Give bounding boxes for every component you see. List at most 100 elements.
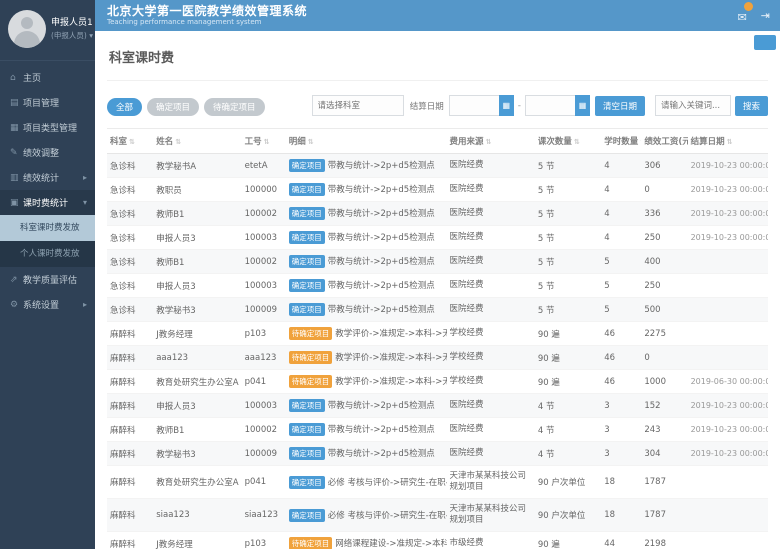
table-row: 急诊科申报人员3100003确定项目带教与统计->2p+d5检测点医院经费5 节…	[107, 274, 768, 298]
column-header[interactable]: 结算日期⇅	[688, 129, 768, 154]
cell-id: 100002	[242, 418, 286, 442]
detail-text: 带教与统计->2p+d5检测点	[328, 209, 435, 219]
column-header[interactable]: 费用来源⇅	[447, 129, 535, 154]
sidebar-subitem-0[interactable]: 科室课时费发放	[0, 215, 95, 241]
cell-pay: 1000	[641, 370, 687, 394]
status-badge: 确定项目	[289, 207, 325, 220]
column-header[interactable]: 课次数量⇅	[535, 129, 601, 154]
calendar-icon[interactable]: ▦	[575, 95, 590, 116]
cell-date: 2019-10-23 00:00:00	[688, 442, 768, 466]
sidebar-item-label: 绩效调整	[23, 146, 87, 159]
cell-date	[688, 532, 768, 549]
cell-name: 教师B1	[153, 202, 241, 226]
table-row: 急诊科教学秘书3100009确定项目带教与统计->2p+d5检测点医院经费5 节…	[107, 298, 768, 322]
cell-hours: 18	[601, 499, 641, 532]
column-header[interactable]: 工号⇅	[242, 129, 286, 154]
cell-name: 教学秘书A	[153, 154, 241, 178]
cell-name: 申报人员3	[153, 394, 241, 418]
column-header[interactable]: 明细⇅	[286, 129, 447, 154]
content-area: 科室课时费 全部确定项目待确定项目 结算日期 ▦ - ▦ 清空日期	[95, 31, 780, 549]
table-row: 麻醉科教育处研究生办公室Ap041待确定项目教学评价->准规定->本科->无接收…	[107, 370, 768, 394]
cell-source: 医院经费	[447, 154, 535, 178]
filter-button-0[interactable]: 全部	[107, 98, 142, 116]
cell-id: siaa123	[242, 499, 286, 532]
table-row: 麻醉科J教务经理p103待确定项目网络课程建设->准规定->本科->学员市级经费…	[107, 532, 768, 549]
sidebar-subitem-1[interactable]: 个人课时费发放	[0, 241, 95, 267]
status-badge: 待确定项目	[289, 327, 333, 340]
cell-pay: 250	[641, 226, 687, 250]
sidebar-item-home[interactable]: ⌂主页	[0, 65, 95, 90]
search-input[interactable]	[655, 95, 731, 116]
cell-id: 100009	[242, 298, 286, 322]
sidebar-item-gear[interactable]: ⚙系统设置▸	[0, 292, 95, 317]
detail-text: 带教与统计->2p+d5检测点	[328, 185, 435, 195]
cell-detail: 确定项目必修 考核与评价->研究生-在职-教师	[286, 499, 447, 532]
cell-pay: 152	[641, 394, 687, 418]
cell-date: 2019-10-23 00:00:00	[688, 394, 768, 418]
table-row: 急诊科教师B1100002确定项目带教与统计->2p+d5检测点医院经费5 节4…	[107, 202, 768, 226]
filter-toolbar: 全部确定项目待确定项目 结算日期 ▦ - ▦ 清空日期 搜索	[107, 80, 768, 128]
clear-date-button[interactable]: 清空日期	[595, 96, 645, 116]
calendar-icon[interactable]: ▦	[499, 95, 514, 116]
date-end-input[interactable]	[525, 95, 575, 116]
table-row: 急诊科教职员100000确定项目带教与统计->2p+d5检测点医院经费5 节40…	[107, 178, 768, 202]
column-header[interactable]: 科室⇅	[107, 129, 153, 154]
cell-pay: 1787	[641, 499, 687, 532]
department-select-input[interactable]	[312, 95, 404, 116]
filter-button-2[interactable]: 待确定项目	[204, 98, 265, 116]
cell-hours: 5	[601, 250, 641, 274]
cell-dept: 麻醉科	[107, 346, 153, 370]
cell-dept: 麻醉科	[107, 442, 153, 466]
status-badge: 确定项目	[289, 255, 325, 268]
sort-icon: ⇅	[129, 138, 135, 146]
sort-icon: ⇅	[308, 138, 314, 146]
sidebar-item-edit[interactable]: ✎绩效调整	[0, 140, 95, 165]
filter-button-1[interactable]: 确定项目	[147, 98, 199, 116]
cell-hours: 18	[601, 466, 641, 499]
cell-hours: 3	[601, 418, 641, 442]
search-button[interactable]: 搜索	[735, 96, 768, 116]
page-title: 科室课时费	[109, 47, 768, 66]
table-row: 急诊科教学秘书AetetA确定项目带教与统计->2p+d5检测点医院经费5 节4…	[107, 154, 768, 178]
user-role-dropdown[interactable]: (申报人员) ▾	[51, 30, 93, 41]
sidebar-item-grid[interactable]: ▦项目类型管理	[0, 115, 95, 140]
cell-source: 医院经费	[447, 250, 535, 274]
cell-hours: 4	[601, 226, 641, 250]
notification-badge	[744, 2, 753, 11]
cell-source: 天津市某某科技公司规划项目	[447, 466, 535, 499]
sidebar-item-document[interactable]: ▤项目管理	[0, 90, 95, 115]
messages-button[interactable]: ✉	[738, 6, 747, 25]
status-badge: 确定项目	[289, 183, 325, 196]
detail-text: 教学评价->准规定->本科->无接收人	[335, 377, 446, 387]
status-badge: 确定项目	[289, 476, 325, 489]
cell-date: 2019-10-23 00:00:00	[688, 178, 768, 202]
cell-pay: 1787	[641, 466, 687, 499]
sidebar-item-bar-chart[interactable]: ▥绩效统计▸	[0, 165, 95, 190]
column-header[interactable]: 绩效工资(元)⇅	[641, 129, 687, 154]
cell-detail: 确定项目带教与统计->2p+d5检测点	[286, 418, 447, 442]
logout-icon[interactable]: ⇥	[761, 9, 770, 22]
cell-hours: 46	[601, 322, 641, 346]
cell-pay: 400	[641, 250, 687, 274]
user-panel[interactable]: 申报人员1 (申报人员) ▾	[0, 0, 95, 61]
sidebar-item-calendar[interactable]: ▣课时费统计▾	[0, 190, 95, 215]
table-row: 麻醉科aaa123aaa123待确定项目教学评价->准规定->本科->无接收人学…	[107, 346, 768, 370]
date-start-input[interactable]	[449, 95, 499, 116]
cell-hours: 44	[601, 532, 641, 549]
sidebar-item-trend[interactable]: ⇗教学质量评估	[0, 267, 95, 292]
table-row: 急诊科教师B1100002确定项目带教与统计->2p+d5检测点医院经费5 节5…	[107, 250, 768, 274]
cell-name: 教职员	[153, 178, 241, 202]
table-row: 麻醉科教师B1100002确定项目带教与统计->2p+d5检测点医院经费4 节3…	[107, 418, 768, 442]
corner-widget-button[interactable]	[754, 35, 776, 50]
column-header[interactable]: 姓名⇅	[153, 129, 241, 154]
cell-dept: 急诊科	[107, 226, 153, 250]
status-badge: 确定项目	[289, 509, 325, 522]
status-filter-group: 全部确定项目待确定项目	[107, 95, 270, 116]
column-header-label: 课次数量	[538, 137, 572, 147]
column-header[interactable]: 学时数量⇅	[601, 129, 641, 154]
cell-id: p041	[242, 370, 286, 394]
cell-detail: 确定项目必修 考核与评价->研究生-在职-教师	[286, 466, 447, 499]
cell-sessions: 5 节	[535, 226, 601, 250]
cell-sessions: 90 遍	[535, 322, 601, 346]
cell-dept: 麻醉科	[107, 418, 153, 442]
